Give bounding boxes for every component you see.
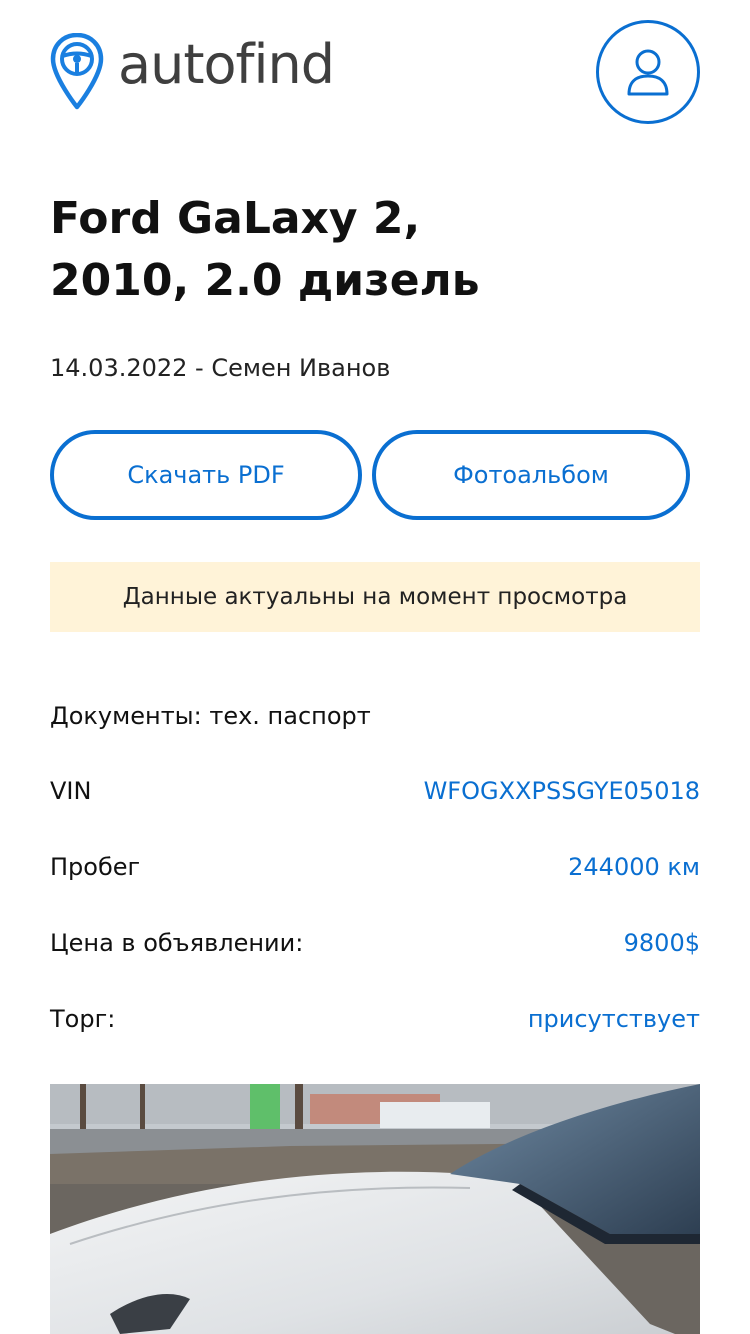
report-meta: 14.03.2022 - Семен Иванов (50, 354, 391, 382)
photo-album-button[interactable]: Фотоальбом (372, 430, 690, 520)
mileage-label: Пробег (50, 853, 141, 881)
download-pdf-button[interactable]: Скачать PDF (50, 430, 362, 520)
bargain-label: Торг: (50, 1005, 116, 1033)
price-value: 9800$ (623, 929, 700, 957)
car-photo[interactable] (50, 1084, 700, 1334)
vin-row: VIN WFOGXXPSSGYE05018 (50, 771, 700, 811)
documents-label: Документы: тех. паспорт (50, 702, 371, 730)
mileage-row: Пробег 244000 км (50, 847, 700, 887)
bargain-row: Торг: присутствует (50, 999, 700, 1039)
vin-label: VIN (50, 777, 92, 805)
location-pin-steering-wheel-icon (50, 33, 104, 110)
vin-value: WFOGXXPSSGYE05018 (423, 777, 700, 805)
documents-row: Документы: тех. паспорт (50, 696, 700, 736)
profile-button[interactable] (596, 20, 700, 124)
title-line-2: 2010, 2.0 дизель (50, 255, 480, 306)
car-photo-image (50, 1084, 700, 1334)
bargain-value: присутствует (527, 1005, 700, 1033)
mileage-value: 244000 км (568, 853, 700, 881)
price-row: Цена в объявлении: 9800$ (50, 923, 700, 963)
page-title: Ford GaLaxy 2, 2010, 2.0 дизель (50, 188, 700, 312)
data-actuality-notice: Данные актуальны на момент просмотра (50, 562, 700, 632)
user-icon (627, 49, 669, 96)
title-line-1: Ford GaLaxy 2, (50, 193, 421, 244)
page: autofind Ford GaLaxy 2, 2010, 2.0 дизель… (0, 0, 750, 1334)
price-label: Цена в объявлении: (50, 929, 304, 957)
header: autofind (50, 20, 700, 124)
logo-text: autofind (118, 33, 335, 96)
logo[interactable]: autofind (50, 32, 335, 112)
